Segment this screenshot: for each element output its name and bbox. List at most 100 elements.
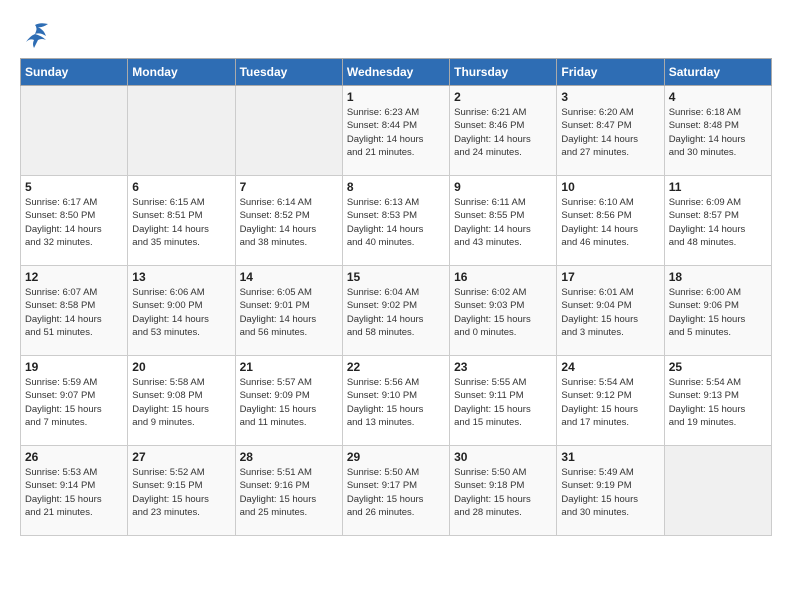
day-cell: 3Sunrise: 6:20 AM Sunset: 8:47 PM Daylig… — [557, 86, 664, 176]
day-info: Sunrise: 6:14 AM Sunset: 8:52 PM Dayligh… — [240, 196, 338, 249]
day-info: Sunrise: 6:13 AM Sunset: 8:53 PM Dayligh… — [347, 196, 445, 249]
day-number: 12 — [25, 270, 123, 284]
day-info: Sunrise: 6:04 AM Sunset: 9:02 PM Dayligh… — [347, 286, 445, 339]
calendar-body: 1 Sunrise: 6:23 AM Sunset: 8:44 PM Daylig… — [21, 86, 772, 536]
day-number: 5 — [25, 180, 123, 194]
day-cell: 14 Sunrise: 6:05 AM Sunset: 9:01 PM Dayli… — [235, 266, 342, 356]
day-info: Sunrise: 6:01 AM Sunset: 9:04 PM Dayligh… — [561, 286, 659, 339]
day-info: Sunrise: 5:59 AM Sunset: 9:07 PM Dayligh… — [25, 376, 123, 429]
day-number: 13 — [132, 270, 230, 284]
day-number: 29 — [347, 450, 445, 464]
day-number: 9 — [454, 180, 552, 194]
day-info: Sunrise: 6:06 AM Sunset: 9:00 PM Dayligh… — [132, 286, 230, 339]
day-info: Sunrise: 5:54 AM Sunset: 9:12 PM Dayligh… — [561, 376, 659, 429]
day-info: Sunrise: 6:23 AM Sunset: 8:44 PM Dayligh… — [347, 106, 445, 159]
day-number: 31 — [561, 450, 659, 464]
week-row-3: 12Sunrise: 6:07 AM Sunset: 8:58 PM Dayli… — [21, 266, 772, 356]
day-info: Sunrise: 6:17 AM Sunset: 8:50 PM Dayligh… — [25, 196, 123, 249]
day-cell: 31 Sunrise: 5:49 AM Sunset: 9:19 PM Dayli… — [557, 446, 664, 536]
day-cell — [235, 86, 342, 176]
day-info: Sunrise: 6:02 AM Sunset: 9:03 PM Dayligh… — [454, 286, 552, 339]
day-cell: 15 Sunrise: 6:04 AM Sunset: 9:02 PM Dayli… — [342, 266, 449, 356]
day-cell: 12Sunrise: 6:07 AM Sunset: 8:58 PM Dayli… — [21, 266, 128, 356]
day-cell — [664, 446, 771, 536]
day-info: Sunrise: 5:54 AM Sunset: 9:13 PM Dayligh… — [669, 376, 767, 429]
day-info: Sunrise: 6:00 AM Sunset: 9:06 PM Dayligh… — [669, 286, 767, 339]
day-info: Sunrise: 6:20 AM Sunset: 8:47 PM Dayligh… — [561, 106, 659, 159]
day-cell: 6Sunrise: 6:15 AM Sunset: 8:51 PM Daylig… — [128, 176, 235, 266]
day-info: Sunrise: 5:50 AM Sunset: 9:18 PM Dayligh… — [454, 466, 552, 519]
day-info: Sunrise: 5:57 AM Sunset: 9:09 PM Dayligh… — [240, 376, 338, 429]
day-number: 8 — [347, 180, 445, 194]
week-row-1: 1 Sunrise: 6:23 AM Sunset: 8:44 PM Daylig… — [21, 86, 772, 176]
day-info: Sunrise: 6:11 AM Sunset: 8:55 PM Dayligh… — [454, 196, 552, 249]
day-number: 10 — [561, 180, 659, 194]
day-number: 24 — [561, 360, 659, 374]
day-cell: 4 Sunrise: 6:18 AM Sunset: 8:48 PM Daylig… — [664, 86, 771, 176]
header-day-saturday: Saturday — [664, 59, 771, 86]
day-number: 23 — [454, 360, 552, 374]
day-cell: 25 Sunrise: 5:54 AM Sunset: 9:13 PM Dayli… — [664, 356, 771, 446]
day-cell: 13 Sunrise: 6:06 AM Sunset: 9:00 PM Dayli… — [128, 266, 235, 356]
day-cell: 1 Sunrise: 6:23 AM Sunset: 8:44 PM Daylig… — [342, 86, 449, 176]
day-info: Sunrise: 5:49 AM Sunset: 9:19 PM Dayligh… — [561, 466, 659, 519]
day-number: 18 — [669, 270, 767, 284]
day-number: 2 — [454, 90, 552, 104]
day-cell: 16 Sunrise: 6:02 AM Sunset: 9:03 PM Dayli… — [450, 266, 557, 356]
day-cell: 26 Sunrise: 5:53 AM Sunset: 9:14 PM Dayli… — [21, 446, 128, 536]
header-day-tuesday: Tuesday — [235, 59, 342, 86]
logo — [20, 20, 54, 48]
day-cell: 17Sunrise: 6:01 AM Sunset: 9:04 PM Dayli… — [557, 266, 664, 356]
day-info: Sunrise: 5:52 AM Sunset: 9:15 PM Dayligh… — [132, 466, 230, 519]
page-header — [20, 20, 772, 48]
day-number: 19 — [25, 360, 123, 374]
day-number: 26 — [25, 450, 123, 464]
day-number: 27 — [132, 450, 230, 464]
day-number: 1 — [347, 90, 445, 104]
day-cell: 10 Sunrise: 6:10 AM Sunset: 8:56 PM Dayli… — [557, 176, 664, 266]
day-info: Sunrise: 6:05 AM Sunset: 9:01 PM Dayligh… — [240, 286, 338, 339]
header-day-sunday: Sunday — [21, 59, 128, 86]
day-cell: 29 Sunrise: 5:50 AM Sunset: 9:17 PM Dayli… — [342, 446, 449, 536]
day-number: 22 — [347, 360, 445, 374]
day-number: 14 — [240, 270, 338, 284]
day-cell: 2 Sunrise: 6:21 AM Sunset: 8:46 PM Daylig… — [450, 86, 557, 176]
day-info: Sunrise: 6:21 AM Sunset: 8:46 PM Dayligh… — [454, 106, 552, 159]
day-number: 4 — [669, 90, 767, 104]
header-row: SundayMondayTuesdayWednesdayThursdayFrid… — [21, 59, 772, 86]
week-row-2: 5 Sunrise: 6:17 AM Sunset: 8:50 PM Daylig… — [21, 176, 772, 266]
day-info: Sunrise: 5:56 AM Sunset: 9:10 PM Dayligh… — [347, 376, 445, 429]
day-info: Sunrise: 5:50 AM Sunset: 9:17 PM Dayligh… — [347, 466, 445, 519]
calendar-table: SundayMondayTuesdayWednesdayThursdayFrid… — [20, 58, 772, 536]
day-number: 11 — [669, 180, 767, 194]
day-cell: 28 Sunrise: 5:51 AM Sunset: 9:16 PM Dayli… — [235, 446, 342, 536]
day-info: Sunrise: 6:18 AM Sunset: 8:48 PM Dayligh… — [669, 106, 767, 159]
day-cell: 27 Sunrise: 5:52 AM Sunset: 9:15 PM Dayli… — [128, 446, 235, 536]
day-number: 20 — [132, 360, 230, 374]
header-day-friday: Friday — [557, 59, 664, 86]
header-day-monday: Monday — [128, 59, 235, 86]
day-info: Sunrise: 5:55 AM Sunset: 9:11 PM Dayligh… — [454, 376, 552, 429]
day-info: Sunrise: 5:51 AM Sunset: 9:16 PM Dayligh… — [240, 466, 338, 519]
day-number: 30 — [454, 450, 552, 464]
day-cell — [128, 86, 235, 176]
day-cell: 11Sunrise: 6:09 AM Sunset: 8:57 PM Dayli… — [664, 176, 771, 266]
day-number: 25 — [669, 360, 767, 374]
day-cell: 24 Sunrise: 5:54 AM Sunset: 9:12 PM Dayli… — [557, 356, 664, 446]
day-number: 15 — [347, 270, 445, 284]
day-number: 16 — [454, 270, 552, 284]
calendar-header: SundayMondayTuesdayWednesdayThursdayFrid… — [21, 59, 772, 86]
day-cell: 23 Sunrise: 5:55 AM Sunset: 9:11 PM Dayli… — [450, 356, 557, 446]
week-row-4: 19 Sunrise: 5:59 AM Sunset: 9:07 PM Dayli… — [21, 356, 772, 446]
day-cell: 22 Sunrise: 5:56 AM Sunset: 9:10 PM Dayli… — [342, 356, 449, 446]
day-info: Sunrise: 6:10 AM Sunset: 8:56 PM Dayligh… — [561, 196, 659, 249]
day-cell: 30 Sunrise: 5:50 AM Sunset: 9:18 PM Dayli… — [450, 446, 557, 536]
day-cell — [21, 86, 128, 176]
day-cell: 18 Sunrise: 6:00 AM Sunset: 9:06 PM Dayli… — [664, 266, 771, 356]
day-info: Sunrise: 5:53 AM Sunset: 9:14 PM Dayligh… — [25, 466, 123, 519]
week-row-5: 26 Sunrise: 5:53 AM Sunset: 9:14 PM Dayli… — [21, 446, 772, 536]
day-number: 28 — [240, 450, 338, 464]
day-cell: 8 Sunrise: 6:13 AM Sunset: 8:53 PM Daylig… — [342, 176, 449, 266]
header-day-thursday: Thursday — [450, 59, 557, 86]
day-number: 6 — [132, 180, 230, 194]
